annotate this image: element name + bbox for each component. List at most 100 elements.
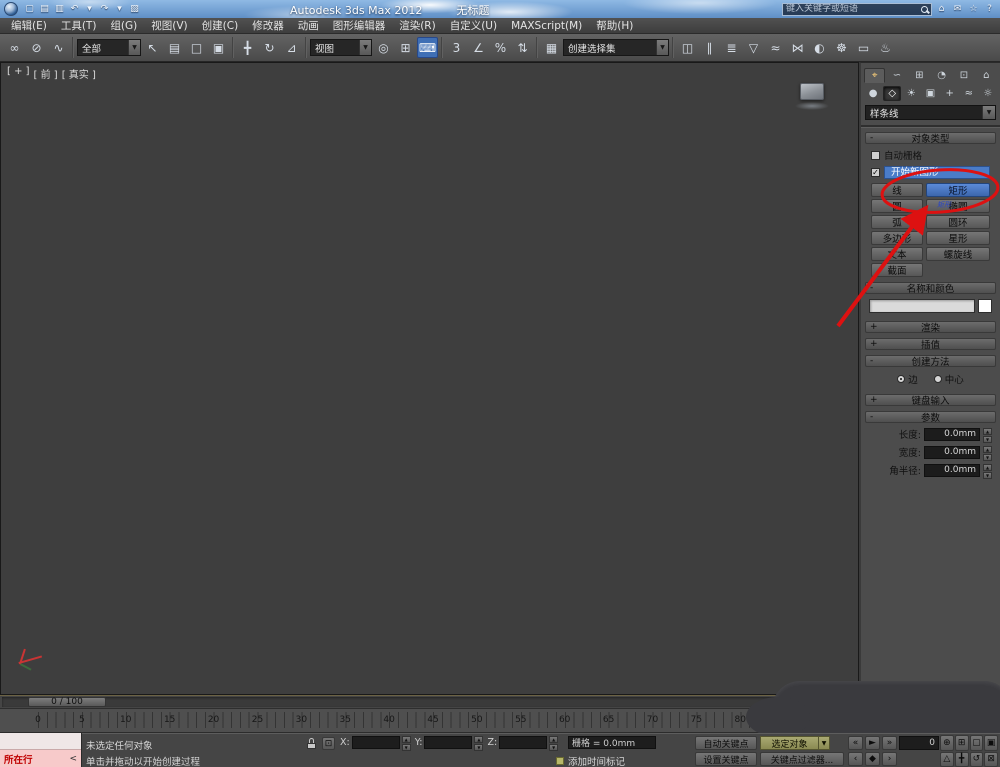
add-time-tag[interactable]: 添加时间标记 (556, 754, 625, 767)
spinner[interactable]: ▲ ▼ (549, 736, 559, 751)
arc-button[interactable]: 弧 (871, 215, 923, 229)
time-slider-track[interactable]: 0 / 100 (2, 697, 857, 707)
zoom-extents-icon[interactable]: ▢ (969, 735, 984, 751)
param-field[interactable]: 0.0mm (924, 427, 980, 441)
spinner-up-icon[interactable]: ▲ (549, 736, 559, 743)
rectangular-selection-region-icon[interactable]: □ (186, 37, 207, 58)
motion-tab[interactable]: ◔ (931, 68, 952, 83)
rollout-interpolation[interactable]: + 插值 (865, 338, 996, 351)
3dsmax-logo[interactable] (4, 2, 18, 16)
angle-snap-icon[interactable]: ∠ (468, 37, 489, 58)
maximize-viewport-icon[interactable]: ⊠ (984, 751, 998, 767)
key-mode-icon[interactable]: ◆ (865, 752, 880, 766)
center-radio[interactable]: 中心 (933, 372, 964, 386)
menu-item[interactable]: 编辑(E) (4, 18, 54, 33)
auto-key-button[interactable]: 自动关键点 (695, 736, 757, 750)
spinner[interactable]: ▲ ▼ (401, 736, 411, 751)
new-scene-icon[interactable]: ▢ (23, 2, 36, 16)
absolute-mode-icon[interactable]: ⊡ (322, 737, 335, 750)
spinner-down-icon[interactable]: ▼ (549, 744, 559, 751)
ellipse-button[interactable]: 椭圆 (926, 199, 990, 213)
modify-tab[interactable]: ∽ (886, 68, 907, 83)
project-folder-icon[interactable]: ▧ (128, 2, 141, 16)
rollout-rendering[interactable]: + 渲染 (865, 321, 996, 334)
section-button[interactable]: 截面 (871, 263, 923, 277)
percent-snap-icon[interactable]: % (490, 37, 511, 58)
spinner-up-icon[interactable]: ▲ (983, 445, 992, 453)
reference-coordinate-dropdown[interactable]: 视图 ▼ (310, 39, 372, 56)
window-crossing-icon[interactable]: ▣ (208, 37, 229, 58)
autogrid-checkbox[interactable] (871, 150, 880, 160)
helpers-category-icon[interactable]: + (941, 86, 959, 101)
save-file-icon[interactable]: ▥ (53, 2, 66, 16)
favorites-icon[interactable]: ☆ (967, 2, 980, 16)
help-icon[interactable]: ? (983, 2, 996, 16)
zoom-extents-all-icon[interactable]: ▣ (984, 735, 998, 751)
spinner-up-icon[interactable]: ▲ (474, 736, 484, 743)
select-and-manipulate-icon[interactable]: ⊞ (395, 37, 416, 58)
menu-item[interactable]: 帮助(H) (589, 18, 640, 33)
viewcube-cube[interactable] (800, 83, 824, 100)
use-pivot-center-icon[interactable]: ◎ (373, 37, 394, 58)
time-slider-handle[interactable]: 0 / 100 (28, 697, 106, 707)
rollout-keyboard-ent[interactable]: + 键盘输入 (865, 394, 996, 407)
select-by-name-icon[interactable]: ▤ (164, 37, 185, 58)
hierarchy-tab[interactable]: ⊞ (909, 68, 930, 83)
object-name-field[interactable] (869, 299, 975, 313)
named-selection-set-combo[interactable]: 创建选择集 ▼ (563, 39, 669, 56)
undo-dropdown-icon[interactable]: ▾ (83, 2, 96, 16)
shape-type-dropdown[interactable]: 样条线 ▼ (865, 105, 996, 120)
spinner-down-icon[interactable]: ▼ (983, 453, 992, 461)
go-to-start-icon[interactable]: « (848, 736, 863, 750)
selection-filter-dropdown[interactable]: 全部 ▼ (77, 39, 141, 56)
viewport-menu[interactable]: [ 真实 ] (62, 66, 96, 81)
menu-item[interactable]: 自定义(U) (443, 18, 504, 33)
space-warps-category-icon[interactable]: ≈ (960, 86, 978, 101)
communication-center-icon[interactable]: ✉ (951, 2, 964, 16)
helix-button[interactable]: 螺旋线 (926, 247, 990, 261)
material-editor-icon[interactable]: ◐ (809, 37, 830, 58)
viewcube[interactable] (792, 83, 832, 113)
curve-editor-icon[interactable]: ≈ (765, 37, 786, 58)
unlink-selection-icon[interactable]: ⊘ (26, 37, 47, 58)
spinner-up-icon[interactable]: ▲ (401, 736, 411, 743)
create-tab[interactable]: ⌖ (864, 68, 886, 83)
previous-frame-icon[interactable]: ‹ (848, 752, 863, 766)
keyboard-override-icon[interactable]: ⌨ (417, 37, 438, 58)
lights-category-icon[interactable]: ☀ (902, 86, 920, 101)
pan-icon[interactable]: ╋ (954, 751, 969, 767)
object-color-swatch[interactable] (978, 299, 992, 313)
spinner-up-icon[interactable]: ▲ (983, 463, 992, 471)
menu-item[interactable]: 渲染(R) (392, 18, 443, 33)
selection-lock-icon[interactable] (306, 738, 318, 749)
menu-item[interactable]: 视图(V) (144, 18, 194, 33)
bind-to-space-warp-icon[interactable]: ∿ (48, 37, 69, 58)
select-and-link-icon[interactable]: ∞ (4, 37, 25, 58)
align-icon[interactable]: ∥ (699, 37, 720, 58)
viewport-menu[interactable]: [ 前 ] (34, 66, 58, 81)
undo-icon[interactable]: ↶ (68, 2, 81, 16)
selected-object-dropdown[interactable]: 选定对象 ▼ (760, 736, 830, 750)
spinner[interactable]: ▲ ▼ (474, 736, 484, 751)
rollout-name-color[interactable]: - 名称和颜色 (865, 282, 996, 295)
search-box[interactable] (782, 2, 932, 16)
redo-dropdown-icon[interactable]: ▾ (113, 2, 126, 16)
rollout-parameters[interactable]: - 参数 (865, 411, 996, 424)
circle-button[interactable]: 圆 (871, 199, 923, 213)
geometry-category-icon[interactable]: ● (864, 86, 882, 101)
subscription-center-icon[interactable]: ⌂ (935, 2, 948, 16)
ngon-button[interactable]: 多边形 (871, 231, 923, 245)
systems-category-icon[interactable]: ☼ (979, 86, 997, 101)
key-filters-button[interactable]: 关键点过滤器... (760, 752, 844, 766)
redo-icon[interactable]: ↷ (98, 2, 111, 16)
zoom-all-icon[interactable]: ⊞ (954, 735, 969, 751)
listener-script-line[interactable]: 所在行 < (0, 750, 81, 767)
select-and-scale-icon[interactable]: ⊿ (281, 37, 302, 58)
layer-manager-icon[interactable]: ≣ (721, 37, 742, 58)
field-of-view-icon[interactable]: △ (940, 751, 954, 767)
rendered-frame-icon[interactable]: ▭ (853, 37, 874, 58)
rectangle-button[interactable]: 矩形 (926, 183, 990, 197)
coordinate-field[interactable] (424, 736, 473, 749)
utilities-tab[interactable]: ⌂ (976, 68, 997, 83)
menu-item[interactable]: 创建(C) (195, 18, 246, 33)
